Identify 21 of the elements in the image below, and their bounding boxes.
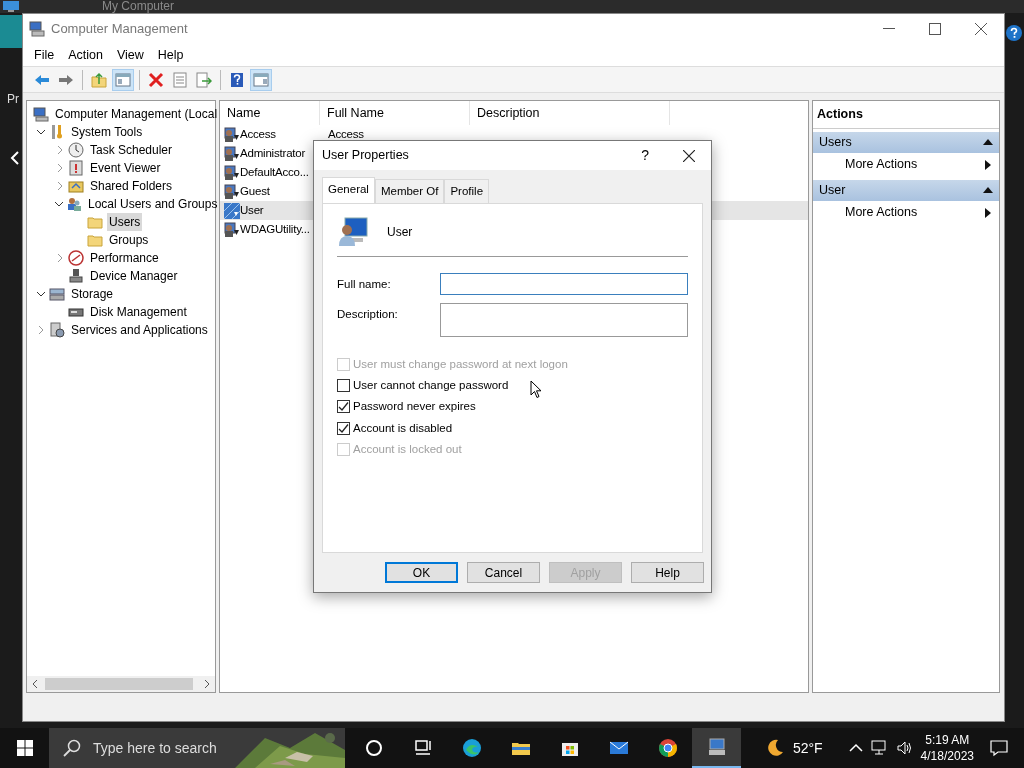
dialog-title: User Properties: [322, 147, 409, 165]
field-label: Description:: [337, 307, 399, 323]
table-cell-text: Access: [327, 126, 364, 142]
label-text: Pr: [7, 91, 19, 108]
field-label: Full name:: [337, 277, 392, 293]
checkbox-label: Account is locked out: [353, 442, 462, 458]
checkbox-label: User cannot change password: [353, 377, 509, 393]
checkbox-label: Account is disabled: [353, 420, 453, 436]
search-placeholder: Type here to search: [93, 738, 217, 758]
table-cell-text: Administrator: [240, 145, 306, 161]
checkbox-label: Password never expires: [353, 399, 476, 415]
window-title: Computer Management: [51, 20, 188, 39]
table-cell-text: Guest: [240, 183, 270, 199]
window-title: My Computer: [102, 0, 175, 13]
table-cell-text: User: [240, 202, 264, 218]
user-name: User: [387, 224, 413, 242]
table-cell-text: DefaultAcco...: [240, 164, 309, 180]
table-cell-text: Access: [240, 126, 276, 142]
table-cell-text: WDAGUtility...: [240, 221, 310, 237]
pane-title: Actions: [813, 101, 999, 129]
checkbox-label: User must change password at next logon: [353, 356, 568, 372]
